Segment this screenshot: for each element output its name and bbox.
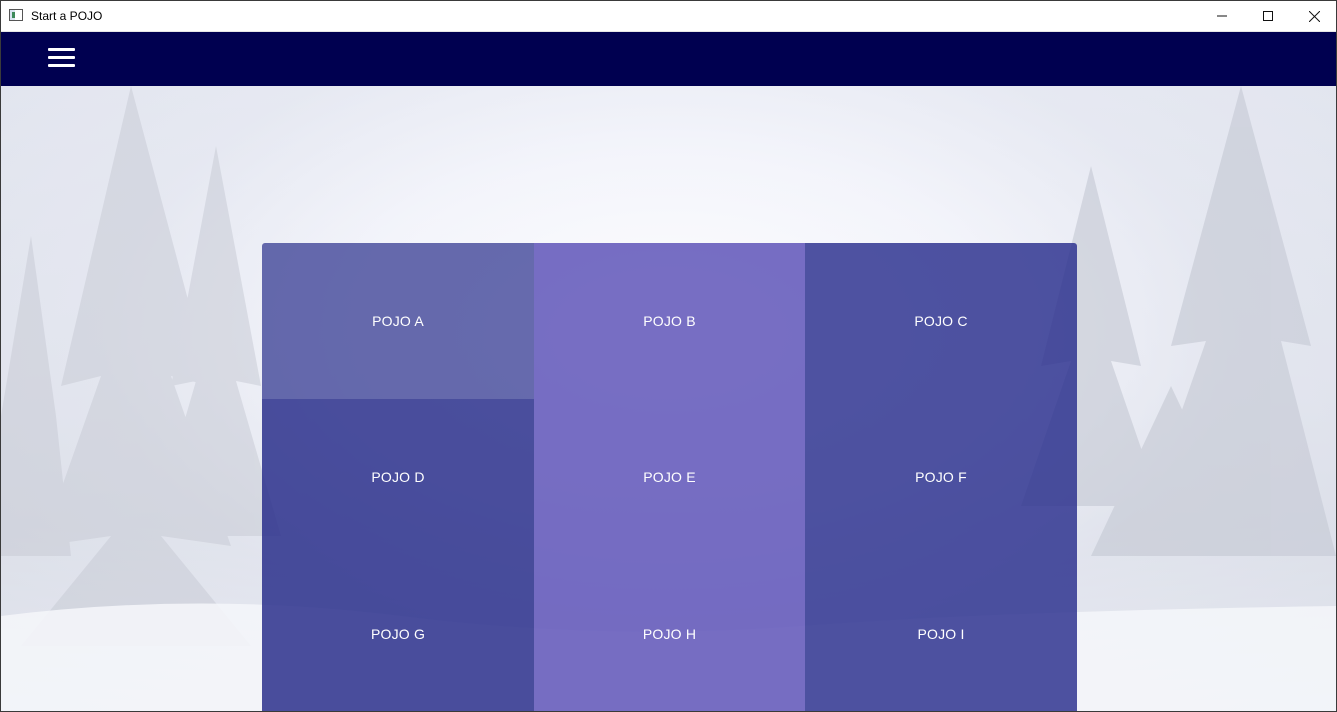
main-content: POJO A POJO B POJO C POJO D POJO E POJO … — [1, 86, 1336, 711]
app-header — [1, 32, 1336, 86]
pojo-tile-grid: POJO A POJO B POJO C POJO D POJO E POJO … — [262, 243, 1077, 711]
maximize-button[interactable] — [1245, 1, 1291, 31]
tile-label: POJO B — [643, 313, 696, 329]
tile-pojo-h[interactable]: POJO H — [534, 555, 805, 711]
tile-pojo-c[interactable]: POJO C — [805, 243, 1077, 399]
app-window: Start a POJO POJO A POJO B POJO C POJO D… — [0, 0, 1337, 712]
tile-pojo-i[interactable]: POJO I — [805, 555, 1077, 711]
tile-pojo-b[interactable]: POJO B — [534, 243, 805, 399]
tile-label: POJO C — [914, 313, 968, 329]
window-title: Start a POJO — [31, 9, 103, 23]
tile-label: POJO I — [917, 625, 965, 642]
tile-pojo-a[interactable]: POJO A — [262, 243, 534, 399]
close-icon — [1308, 10, 1320, 22]
maximize-icon — [1263, 11, 1273, 21]
tile-label: POJO H — [642, 625, 697, 642]
title-bar[interactable]: Start a POJO — [1, 1, 1336, 32]
tile-pojo-f[interactable]: POJO F — [805, 399, 1077, 555]
tile-label: POJO E — [643, 469, 696, 485]
tile-pojo-g[interactable]: POJO G — [262, 555, 534, 711]
tile-label: POJO G — [370, 625, 426, 642]
minimize-icon — [1217, 15, 1227, 17]
tile-label: POJO A — [372, 313, 424, 329]
app-window-icon — [9, 9, 23, 21]
tile-pojo-e[interactable]: POJO E — [534, 399, 805, 555]
tile-pojo-d[interactable]: POJO D — [262, 399, 534, 555]
hamburger-menu-icon[interactable] — [48, 48, 75, 68]
minimize-button[interactable] — [1199, 1, 1245, 31]
tile-label: POJO D — [371, 469, 425, 485]
tile-label: POJO F — [915, 469, 967, 485]
close-button[interactable] — [1291, 1, 1336, 31]
